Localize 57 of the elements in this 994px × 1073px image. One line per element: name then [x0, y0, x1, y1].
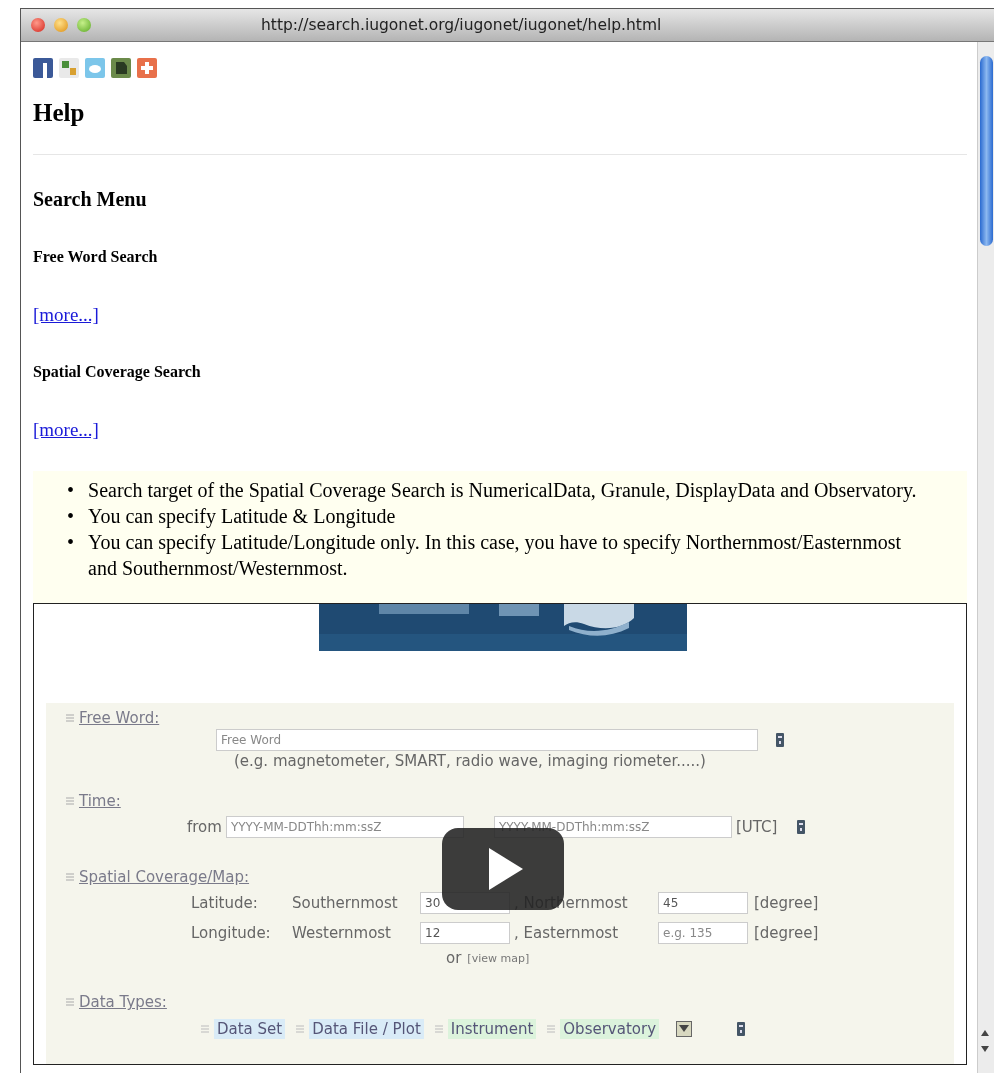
help-icon[interactable] — [776, 733, 784, 747]
note-item: You can specify Latitude/Longitude only. In this case, you have to specify Northernmost/Easternmost and Southernmost/Westernmost. — [88, 530, 903, 581]
social-icon[interactable] — [33, 58, 53, 78]
lines-icon[interactable] — [66, 797, 74, 805]
unit-label: [degree] — [754, 924, 819, 942]
bound-field[interactable]: 12 — [420, 922, 510, 944]
data-type-tag[interactable]: Data File / Plot — [309, 1019, 424, 1039]
data-type-tag[interactable]: Observatory — [560, 1019, 659, 1039]
bound-label: Southernmost — [292, 894, 399, 912]
view-map-link[interactable]: [view map] — [467, 951, 530, 965]
more-link[interactable]: [more...] — [33, 304, 99, 326]
coordinate-label: Longitude: — [191, 924, 272, 942]
hint-text: (e.g. magnetometer, SMART, radio wave, imaging riometer.....) — [234, 752, 707, 770]
section-link[interactable]: Spatial Coverage/Map: — [79, 868, 250, 886]
section-link[interactable]: Free Word: — [79, 709, 160, 727]
data-type-tag[interactable]: Instrument — [447, 1019, 537, 1039]
coordinate-label: Latitude: — [191, 894, 259, 912]
unit-label: [degree] — [754, 894, 819, 912]
lines-icon[interactable] — [66, 873, 74, 881]
section-link[interactable]: Time: — [79, 792, 121, 810]
bullet: • — [67, 478, 74, 503]
scroll-up-icon[interactable] — [980, 1029, 990, 1037]
social-icon[interactable] — [59, 58, 79, 78]
subsection-heading: Free Word Search — [33, 247, 159, 267]
bound-label: Westernmost — [292, 924, 392, 942]
social-icon[interactable] — [137, 58, 157, 78]
social-icon[interactable] — [111, 58, 131, 78]
bound-field[interactable]: e.g. 135 — [658, 922, 748, 944]
section-heading: Search Menu — [33, 187, 148, 211]
note-item: You can specify Latitude & Longitude — [88, 504, 396, 529]
scrollbar[interactable] — [977, 42, 994, 1073]
close-button[interactable] — [31, 18, 45, 32]
help-icon[interactable] — [737, 1022, 745, 1036]
unit-label: [UTC] — [735, 818, 778, 836]
bound-label: , Easternmost — [514, 924, 620, 942]
help-icon[interactable] — [797, 820, 806, 834]
window-title: http://search.iugonet.org/iugonet/iugonet/help.html — [261, 16, 662, 34]
free-word-field[interactable]: Free Word — [216, 729, 758, 751]
section-link[interactable]: Data Types: — [79, 993, 167, 1011]
from-label: from — [187, 818, 222, 836]
lines-icon[interactable] — [66, 998, 74, 1006]
more-link[interactable]: [more...] — [33, 419, 99, 441]
bullet: • — [67, 504, 74, 529]
note-item: Search target of the Spatial Coverage Search is NumericalData, Granule, DisplayData and Observatory. — [88, 478, 917, 503]
lines-icon[interactable] — [66, 714, 74, 722]
data-type-tag[interactable]: Data Set — [214, 1019, 286, 1039]
page-heading: Help — [33, 98, 86, 128]
scroll-thumb[interactable] — [980, 56, 993, 246]
bound-field[interactable]: 45 — [658, 892, 748, 914]
subsection-heading: Spatial Coverage Search — [33, 362, 202, 382]
bullet: • — [67, 530, 74, 555]
zoom-button[interactable] — [77, 18, 91, 32]
or-label: or — [446, 949, 462, 967]
filter-icon[interactable] — [676, 1021, 692, 1037]
scroll-down-icon[interactable] — [980, 1045, 990, 1053]
minimize-button[interactable] — [54, 18, 68, 32]
date-field[interactable]: YYYY-MM-DDThh:mm:ssZ — [225, 816, 464, 838]
